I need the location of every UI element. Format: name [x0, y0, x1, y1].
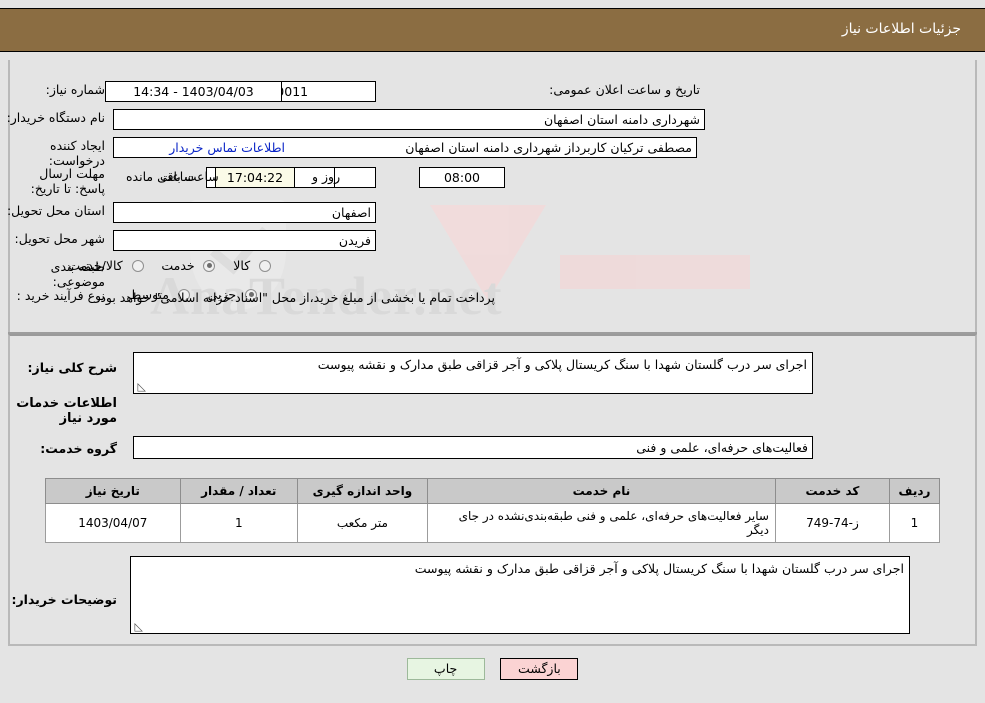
- remaining-time-field: 17:04:22: [215, 167, 295, 188]
- payment-note: پرداخت تمام یا بخشی از مبلغ خرید،از محل …: [96, 290, 495, 305]
- need-number-label: شماره نیاز:: [45, 82, 105, 97]
- category-radio-khedmat[interactable]: [203, 259, 216, 272]
- announce-datetime-field[interactable]: 1403/04/03 - 14:34: [105, 81, 282, 102]
- creator-label: ایجاد کننده درخواست:: [48, 138, 105, 168]
- general-description-label: شرح کلی نیاز:: [27, 360, 117, 375]
- cell-index: 1: [888, 503, 941, 543]
- city-label-row: شهر محل تحویل:: [15, 231, 105, 246]
- need-number-label-row: شماره نیاز:: [15, 82, 105, 97]
- action-buttons: بازگشت چاپ: [0, 658, 985, 680]
- buyer-contact-link[interactable]: اطلاعات تماس خریدار: [169, 140, 285, 155]
- deadline-time-field[interactable]: 08:00: [419, 167, 505, 188]
- creator-label-row: ایجاد کننده درخواست:: [0, 138, 105, 168]
- category-radio-kala[interactable]: [259, 259, 271, 272]
- cell-name: سایر فعالیت‌های حرفه‌ای، علمی و فنی طبقه…: [426, 503, 776, 543]
- general-description-text: اجرای سر درب گلستان شهدا با سنگ کریستال …: [317, 357, 807, 372]
- back-button[interactable]: بازگشت: [500, 658, 579, 680]
- service-group-label: گروه خدمت:: [40, 441, 117, 456]
- service-group-field[interactable]: فعالیت‌های حرفه‌ای، علمی و فنی: [133, 436, 813, 459]
- page-header-banner: جزئیات اطلاعات نیاز: [0, 8, 985, 52]
- process-label-row: نوع فرآیند خرید :: [17, 288, 105, 303]
- general-description-textarea[interactable]: اجرای سر درب گلستان شهدا با سنگ کریستال …: [133, 352, 813, 394]
- province-label-row: استان محل تحویل:: [7, 203, 105, 218]
- buyer-comments-label: توضیحات خریدار:: [11, 592, 117, 607]
- col-qty: تعداد / مقدار: [179, 478, 298, 504]
- remaining-days-text: روز و: [312, 169, 341, 184]
- announce-datetime-label-row: تاریخ و ساعت اعلان عمومی:: [549, 82, 700, 97]
- col-unit: واحد اندازه گیری: [296, 478, 428, 504]
- category-radio-kala-khedmat[interactable]: [131, 259, 144, 272]
- category-label-kala: کالا: [233, 258, 251, 273]
- remaining-time-text: ساعت باقی مانده: [126, 169, 219, 184]
- resize-grip-icon[interactable]: ◺: [136, 381, 146, 392]
- services-table: ردیف کد خدمت نام خدمت واحد اندازه گیری ت…: [45, 478, 941, 543]
- deadline-label-row: مهلت ارسال پاسخ: تا تاریخ:: [10, 166, 105, 196]
- process-type-label: نوع فرآیند خرید :: [16, 288, 105, 303]
- province-label: استان محل تحویل:: [6, 203, 105, 218]
- cell-date: 1403/04/07: [45, 503, 181, 543]
- cell-code: ز-74-749: [774, 503, 890, 543]
- print-button[interactable]: چاپ: [406, 658, 485, 680]
- table-row: 1 ز-74-749 سایر فعالیت‌های حرفه‌ای، علمی…: [45, 503, 941, 543]
- announce-datetime-label: تاریخ و ساعت اعلان عمومی:: [549, 82, 700, 97]
- city-field[interactable]: فریدن: [113, 230, 376, 251]
- tender-detail-page: AnaTender.net جزئیات اطلاعات نیاز شماره …: [0, 0, 985, 703]
- deadline-label: مهلت ارسال پاسخ: تا تاریخ:: [30, 166, 105, 196]
- buyer-org-label-row: نام دستگاه خریدار:: [7, 110, 105, 125]
- category-radio-group: کالا خدمت کالا/خدمت: [54, 258, 271, 273]
- city-label: شهر محل تحویل:: [14, 231, 105, 246]
- category-label-khedmat: خدمت: [161, 258, 195, 273]
- category-label-kala-khedmat: کالا/خدمت: [68, 258, 123, 273]
- resize-grip-icon-2[interactable]: ◺: [133, 621, 143, 632]
- page-title: جزئیات اطلاعات نیاز: [841, 21, 961, 37]
- col-index: ردیف: [888, 478, 941, 504]
- col-code: کد خدمت: [774, 478, 890, 504]
- table-header-row: ردیف کد خدمت نام خدمت واحد اندازه گیری ت…: [45, 478, 941, 504]
- cell-qty: 1: [179, 503, 298, 543]
- buyer-comments-text: اجرای سر درب گلستان شهدا با سنگ کریستال …: [414, 561, 904, 576]
- col-date: تاریخ نیاز: [45, 478, 181, 504]
- province-field[interactable]: اصفهان: [113, 202, 376, 223]
- buyer-org-field[interactable]: شهرداری دامنه استان اصفهان: [113, 109, 705, 130]
- cell-unit: متر مکعب: [296, 503, 428, 543]
- buyer-org-label: نام دستگاه خریدار:: [6, 110, 105, 125]
- buyer-comments-textarea[interactable]: اجرای سر درب گلستان شهدا با سنگ کریستال …: [130, 556, 910, 634]
- col-name: نام خدمت: [426, 478, 776, 504]
- services-section-title: اطلاعات خدمات مورد نیاز: [16, 396, 117, 426]
